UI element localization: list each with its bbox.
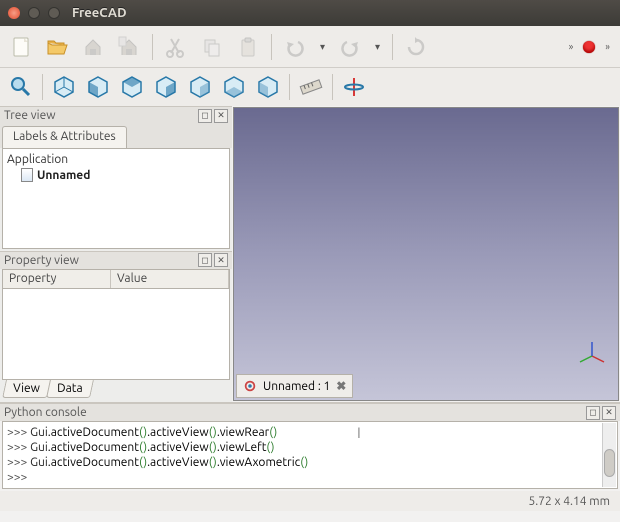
top-view-button[interactable] [117,72,147,102]
front-view-button[interactable] [83,72,113,102]
window-maximize-button[interactable] [48,7,60,19]
console-scrollbar[interactable] [602,423,616,487]
status-dimensions: 5.72 x 4.14 mm [528,495,610,508]
viewport-tab-label[interactable]: Unnamed : 1 [263,380,330,393]
tree-document[interactable]: Unnamed [21,168,225,182]
undo-dropdown[interactable]: ▾ [316,41,329,53]
property-col-value[interactable]: Value [111,270,229,288]
viewport-tab-close[interactable]: ✖ [336,379,346,393]
viewport-tab-bar: Unnamed : 1 ✖ [236,374,353,398]
axis-indicator [574,338,610,374]
property-view-header: Property view ◻ ✕ [0,251,232,269]
toolbar-overflow[interactable]: » [565,41,578,52]
window-titlebar: FreeCAD [0,0,620,26]
open-button[interactable] [42,32,72,62]
toolbar-separator [152,34,153,60]
property-bottom-tabs: View Data [0,380,232,402]
window-minimize-button[interactable] [28,7,40,19]
console-line: >>> Gui.activeDocument().activeView().vi… [7,440,613,455]
redo-button[interactable] [335,32,365,62]
toolbar-overflow-2[interactable]: » [601,41,614,52]
cut-button[interactable] [161,32,191,62]
paste-button[interactable] [233,32,263,62]
right-view-button[interactable] [151,72,181,102]
main-toolbar: ▾ ▾ » » [0,26,620,68]
tree-view-header: Tree view ◻ ✕ [0,106,232,124]
property-columns: Property Value [2,269,230,289]
refresh-button[interactable] [401,32,431,62]
console-close-button[interactable]: ✕ [602,406,616,420]
left-view-button[interactable] [253,72,283,102]
console-prompt: >>> [7,470,613,485]
python-console-title: Python console [4,406,87,419]
new-document-button[interactable] [6,32,36,62]
tree-document-label: Unnamed [37,169,90,182]
property-float-button[interactable]: ◻ [198,253,212,267]
redo-dropdown[interactable]: ▾ [371,41,384,53]
rear-view-button[interactable] [185,72,215,102]
toggle-axis-button[interactable] [339,72,369,102]
console-float-button[interactable]: ◻ [586,406,600,420]
tab-view[interactable]: View [2,380,51,398]
tree-body[interactable]: Application Unnamed [2,148,230,249]
measure-button[interactable] [296,72,326,102]
fit-all-button[interactable] [6,72,36,102]
tree-root[interactable]: Application [7,153,225,166]
save-as-button[interactable] [114,32,144,62]
3d-viewport[interactable]: Unnamed : 1 ✖ [233,107,619,401]
freecad-logo-icon [243,379,257,393]
window-close-button[interactable] [8,7,20,19]
console-line: >>> Gui.activeDocument().activeView().vi… [7,455,613,470]
property-body[interactable] [2,289,230,381]
tree-tabs: Labels & Attributes [0,124,232,148]
tree-float-button[interactable]: ◻ [198,109,212,123]
tab-data[interactable]: Data [46,380,93,398]
text-cursor-icon: I [357,424,361,441]
tree-view-title: Tree view [4,109,56,122]
tree-close-button[interactable]: ✕ [214,109,228,123]
axonometric-view-button[interactable] [49,72,79,102]
python-console[interactable]: >>> Gui.activeDocument().activeView().vi… [2,421,618,489]
tab-labels-attributes[interactable]: Labels & Attributes [2,126,127,148]
save-button[interactable] [78,32,108,62]
property-col-name[interactable]: Property [3,270,111,288]
toolbar-separator [289,74,290,100]
scrollbar-thumb[interactable] [604,449,615,477]
toolbar-separator [332,74,333,100]
status-bar: 5.72 x 4.14 mm [0,491,620,511]
console-line: >>> Gui.activeDocument().activeView().vi… [7,425,613,440]
toolbar-separator [392,34,393,60]
toolbar-separator [42,74,43,100]
undo-button[interactable] [280,32,310,62]
python-console-header: Python console ◻ ✕ [0,403,620,421]
window-title: FreeCAD [72,6,127,20]
view-toolbar [0,68,620,106]
document-icon [21,168,33,182]
bottom-view-button[interactable] [219,72,249,102]
property-view-title: Property view [4,254,79,267]
record-macro-button[interactable] [583,41,595,53]
copy-button[interactable] [197,32,227,62]
property-close-button[interactable]: ✕ [214,253,228,267]
toolbar-separator [271,34,272,60]
